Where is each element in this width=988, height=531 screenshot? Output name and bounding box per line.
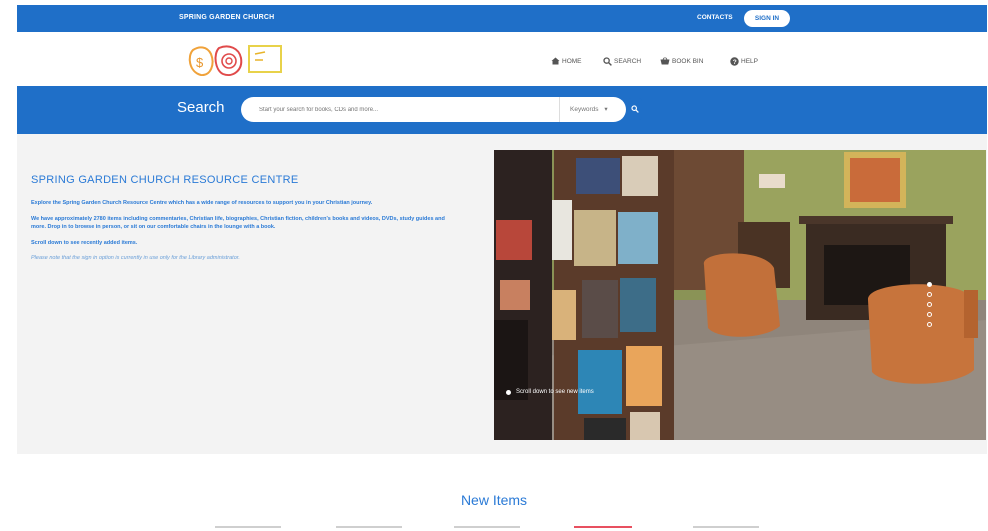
search-input[interactable] — [259, 103, 549, 116]
new-item-thumbnail[interactable] — [693, 526, 759, 531]
intro-text: SPRING GARDEN CHURCH RESOURCE CENTRE Exp… — [31, 174, 461, 270]
nav-book-bin[interactable]: BOOK BIN — [660, 54, 703, 68]
carousel-caption-text: Scroll down to see new items — [516, 389, 594, 395]
top-bar: SPRING GARDEN CHURCH CONTACTS SIGN IN — [17, 5, 987, 32]
resource-centre-photo[interactable]: Scroll down to see new items — [494, 150, 986, 440]
intro-paragraph-2: We have approximately 2780 items includi… — [31, 215, 445, 231]
search-icon — [603, 56, 612, 66]
search-box: Keywords ▾ — [241, 97, 626, 122]
new-items-heading: New Items — [460, 492, 528, 508]
help-icon: ? — [730, 56, 739, 66]
intro-paragraph-3: Scroll down to see recently added items. — [31, 239, 138, 246]
new-item-thumbnail[interactable] — [336, 526, 402, 531]
hero-section: SPRING GARDEN CHURCH RESOURCE CENTRE Exp… — [17, 134, 987, 454]
church-name[interactable]: SPRING GARDEN CHURCH — [179, 14, 274, 21]
chevron-down-icon: ▾ — [604, 106, 608, 113]
sign-in-button[interactable]: SIGN IN — [744, 10, 790, 27]
caption-bullet-icon — [506, 389, 511, 395]
intro-note: Please note that the sign in option is c… — [31, 255, 240, 261]
search-heading: Search — [177, 99, 225, 116]
carousel-indicators — [927, 282, 932, 327]
intro-paragraph-1: Explore the Spring Garden Church Resourc… — [31, 200, 373, 206]
home-icon — [551, 57, 560, 65]
search-band: Search Keywords ▾ — [17, 86, 987, 134]
nav-book-bin-label: BOOK BIN — [672, 57, 704, 65]
carousel-dot[interactable] — [927, 312, 932, 317]
nav-home[interactable]: HOME — [551, 54, 582, 68]
search-icon — [631, 105, 639, 113]
carousel-caption: Scroll down to see new items — [506, 389, 594, 395]
carousel-image — [494, 150, 986, 440]
svg-text:?: ? — [733, 59, 737, 66]
nav-search-label: SEARCH — [614, 57, 642, 65]
carousel-dot[interactable] — [927, 292, 932, 297]
contacts-link[interactable]: CONTACTS — [697, 14, 733, 21]
search-scope-select[interactable]: Keywords ▾ — [559, 97, 626, 122]
church-logo[interactable]: $ — [185, 40, 285, 80]
new-item-thumbnail[interactable] — [574, 526, 632, 531]
carousel-dot[interactable] — [927, 302, 932, 307]
new-item-thumbnail[interactable] — [215, 526, 281, 531]
search-submit-button[interactable] — [628, 98, 642, 120]
page-title: SPRING GARDEN CHURCH RESOURCE CENTRE — [31, 174, 299, 186]
nav-help-label: HELP — [741, 57, 758, 65]
nav-home-label: HOME — [562, 57, 582, 65]
carousel-dot[interactable] — [927, 282, 932, 287]
carousel-dot[interactable] — [927, 322, 932, 327]
basket-icon — [660, 57, 670, 65]
new-items-strip — [0, 526, 988, 531]
search-scope-value: Keywords — [570, 106, 599, 113]
nav-search[interactable]: SEARCH — [603, 54, 641, 68]
svg-text:$: $ — [196, 55, 204, 70]
nav-help[interactable]: ? HELP — [730, 54, 758, 68]
new-item-thumbnail[interactable] — [454, 526, 520, 531]
